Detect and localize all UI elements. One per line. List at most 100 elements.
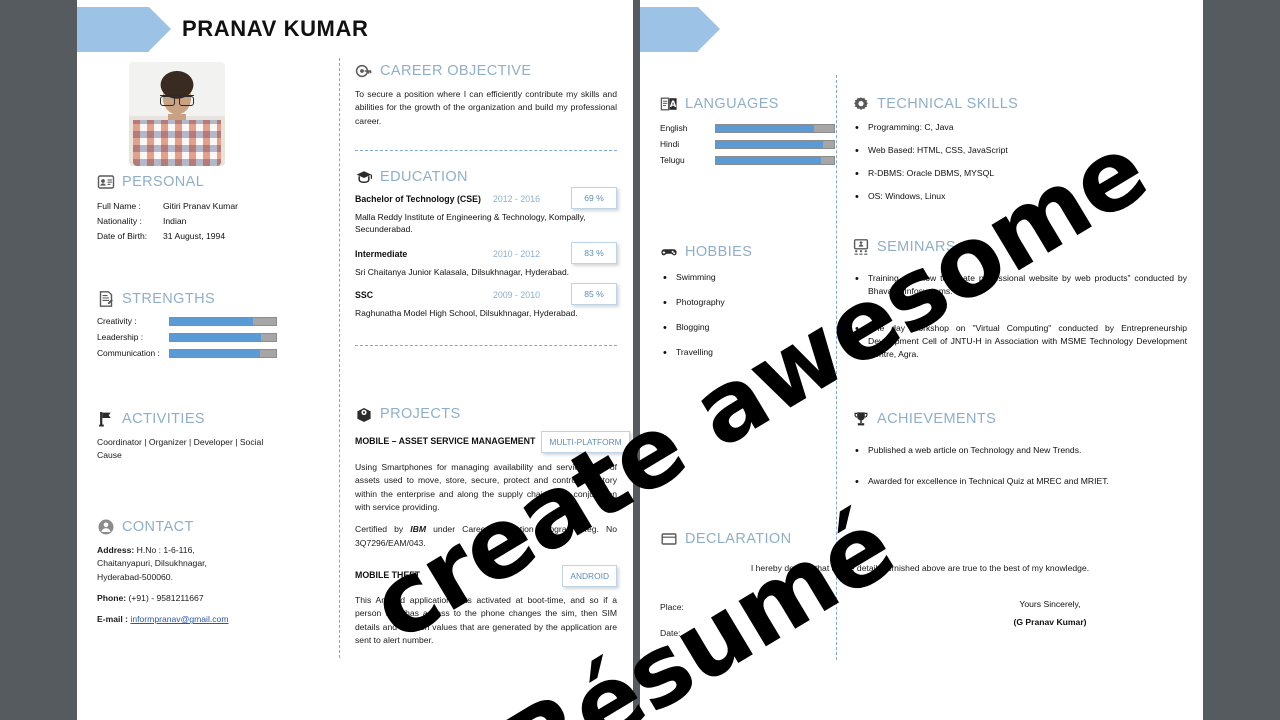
section-title-projects: PROJECTS	[380, 406, 461, 422]
strength-bar-fill	[170, 333, 262, 341]
document-icon	[97, 290, 115, 308]
project-name: MOBILE – ASSET SERVICE MANAGEMENT	[355, 436, 536, 446]
resume-page-left: PRANAV KUMAR PERSONAL Full Name : Gitiri…	[77, 0, 633, 720]
section-title-hobbies: HOBBIES	[685, 244, 753, 260]
education-institute: Malla Reddy Institute of Engineering & T…	[355, 212, 586, 234]
id-card-icon	[97, 173, 115, 191]
contact-phone: Phone: (+91) - 9581211667	[97, 592, 277, 605]
language-label: English	[660, 123, 688, 133]
career-objective-text: To secure a position where I can efficie…	[355, 89, 617, 126]
section-divider	[355, 149, 617, 151]
trophy-icon	[852, 410, 870, 428]
section-title-declaration: DECLARATION	[685, 531, 792, 547]
list-item: Travelling	[660, 345, 835, 361]
list-item: Published a web article on Technology an…	[852, 443, 1187, 459]
language-label: Telugu	[660, 155, 685, 165]
contact-address: Address: H.No : 1-6-116, Chaitanyapuri, …	[97, 544, 277, 584]
declaration-date: Date:	[660, 628, 681, 639]
list-item: Photography	[660, 295, 835, 311]
language-bar-fill	[716, 140, 824, 148]
note-icon	[660, 530, 678, 548]
screenshot-stage: PRANAV KUMAR PERSONAL Full Name : Gitiri…	[0, 0, 1280, 720]
list-item: OS: Windows, Linux	[852, 189, 1187, 205]
presentation-icon	[852, 238, 870, 256]
section-personal: PERSONAL Full Name : Gitiri Pranav Kumar…	[97, 173, 277, 244]
seminars-list: Training on "How to create professional …	[852, 271, 1187, 361]
strength-bar-track	[169, 332, 277, 342]
graduation-cap-icon	[355, 168, 373, 186]
language-book-icon: A	[660, 95, 678, 113]
education-degree: SSC	[355, 289, 374, 300]
language-bar-track	[715, 155, 835, 165]
section-title-activities: ACTIVITIES	[122, 411, 205, 427]
project-name: MOBILE THEFT	[355, 569, 420, 580]
education-years: 2009 - 2010	[493, 289, 540, 300]
section-title-languages: LANGUAGES	[685, 96, 779, 112]
target-key-icon	[355, 62, 373, 80]
address-label: Address:	[97, 545, 135, 555]
section-seminars: SEMINARS Training on "How to create prof…	[852, 238, 1187, 372]
education-percentage: 69 %	[571, 187, 617, 209]
section-divider	[355, 344, 617, 346]
section-languages: A LANGUAGES English Hindi Telugu	[660, 95, 835, 171]
language-bar-track	[715, 139, 835, 149]
language-bar-row: Telugu	[660, 155, 835, 165]
education-entry: Intermediate 2010 - 2012 83 % Sri Chaita…	[355, 241, 617, 279]
section-title-strengths: STRENGTHS	[122, 291, 216, 307]
activities-text: Coordinator | Organizer | Developer | So…	[97, 437, 264, 461]
section-declaration: DECLARATION I hereby declare that all th…	[660, 530, 1180, 657]
hobbies-list: Swimming Photography Blogging Travelling	[660, 270, 835, 361]
flag-icon	[97, 410, 115, 428]
phone-label: Phone:	[97, 592, 127, 603]
list-item: Training on "How to create professional …	[852, 271, 1187, 298]
strength-bar-row: Leadership :	[97, 332, 277, 342]
section-technical-skills: TECHNICAL SKILLS Programming: C, Java We…	[852, 95, 1187, 213]
section-title-education: EDUCATION	[380, 169, 468, 185]
address-line-1: H.No : 1-6-116,	[136, 545, 195, 555]
section-achievements: ACHIEVEMENTS Published a web article on …	[852, 410, 1187, 500]
declaration-text: I hereby declare that all the details fu…	[750, 563, 1090, 573]
project-tag: ANDROID	[562, 564, 617, 587]
personal-row: Nationality : Indian	[97, 214, 277, 229]
strength-bar-fill	[170, 317, 253, 325]
education-percentage: 85 %	[571, 282, 617, 305]
person-circle-icon	[97, 518, 115, 536]
personal-value: Indian	[163, 216, 187, 227]
resume-page-right: A LANGUAGES English Hindi Telugu HOBBIES…	[640, 0, 1203, 720]
contact-email: E-mail : informpranav@gmail.com	[97, 613, 277, 626]
section-career-objective: CAREER OBJECTIVE To secure a position wh…	[355, 62, 617, 151]
camera-box-icon	[355, 405, 373, 423]
personal-label: Full Name :	[97, 201, 141, 211]
section-activities: ACTIVITIES Coordinator | Organizer | Dev…	[97, 410, 277, 463]
certification-pre: Certified by	[355, 524, 411, 535]
email-label: E-mail :	[97, 614, 129, 625]
language-bar-track	[715, 123, 835, 133]
strength-bar-row: Creativity :	[97, 316, 277, 326]
section-title-career-objective: CAREER OBJECTIVE	[380, 63, 532, 79]
section-education: EDUCATION Bachelor of Technology (CSE) 2…	[355, 168, 617, 346]
language-bar-row: English	[660, 123, 835, 133]
project-tag: MULTI-PLATFORM	[541, 431, 630, 453]
section-title-achievements: ACHIEVEMENTS	[877, 411, 997, 427]
education-entry: Bachelor of Technology (CSE) 2012 - 2016…	[355, 187, 617, 236]
email-link[interactable]: informpranav@gmail.com	[130, 614, 228, 624]
personal-value: Gitiri Pranav Kumar	[163, 201, 238, 211]
project-certification: Certified by IBM under Career Education …	[355, 523, 617, 550]
list-item: Blogging	[660, 320, 835, 336]
project-description: Using Smartphones for managing availabil…	[355, 462, 617, 512]
section-title-technical-skills: TECHNICAL SKILLS	[877, 96, 1019, 112]
list-item: Awarded for excellence in Technical Quiz…	[852, 474, 1187, 490]
sincerely-text: Yours Sincerely,	[1019, 599, 1081, 610]
section-title-seminars: SEMINARS	[877, 239, 956, 255]
section-contact: CONTACT Address: H.No : 1-6-116, Chaitan…	[97, 518, 277, 627]
section-title-contact: CONTACT	[122, 519, 194, 535]
list-item: Programming: C, Java	[852, 120, 1187, 136]
education-degree: Bachelor of Technology (CSE)	[355, 194, 481, 204]
list-item: One day workshop on "Virtual Computing" …	[852, 321, 1187, 361]
strength-bar-track	[169, 316, 277, 326]
education-degree: Intermediate	[355, 248, 408, 259]
column-divider-left	[339, 58, 340, 658]
personal-label: Date of Birth:	[97, 231, 148, 242]
language-bar-fill	[716, 124, 814, 132]
svg-text:A: A	[670, 100, 677, 110]
